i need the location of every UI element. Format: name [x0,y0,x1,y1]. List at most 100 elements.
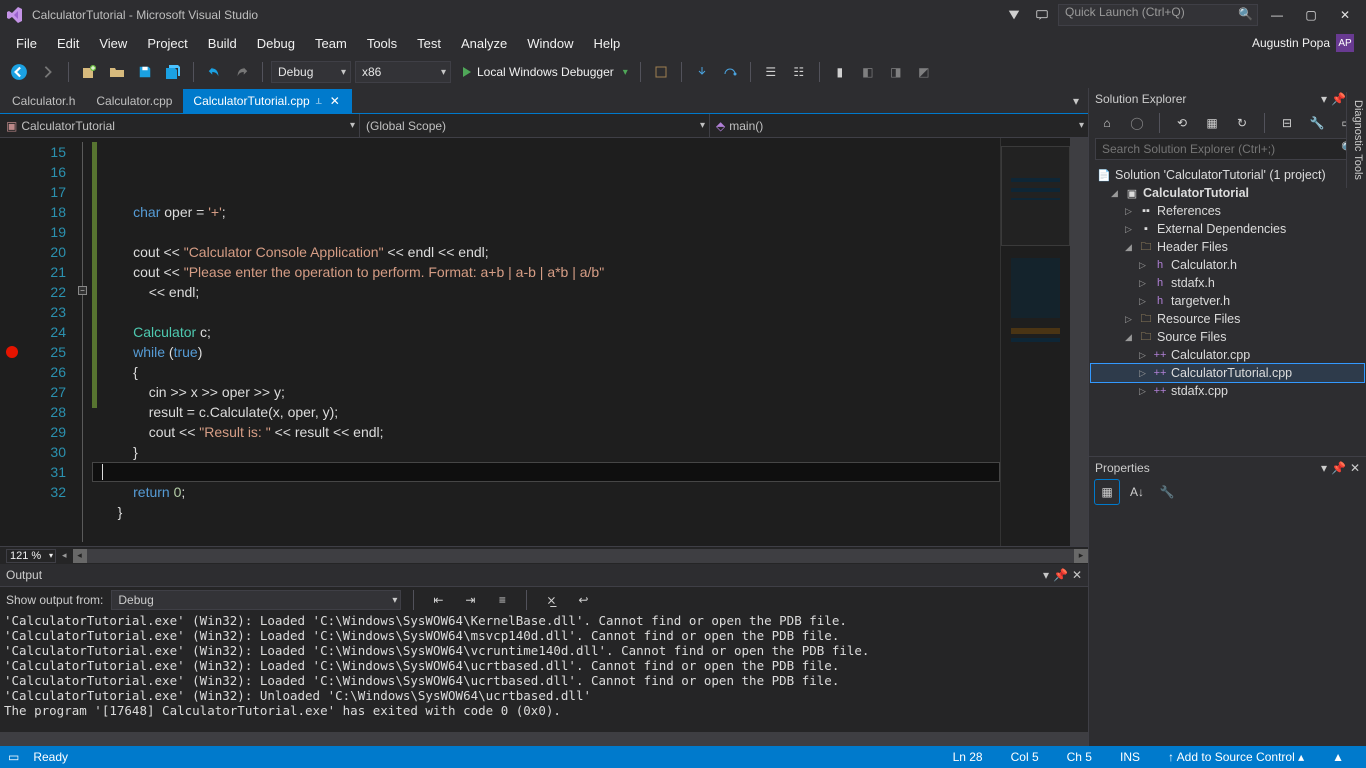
menu-build[interactable]: Build [198,33,247,54]
step-over-icon[interactable] [718,60,742,84]
code-editor[interactable]: 151617181920212223242526272829303132 − c… [0,138,1088,546]
open-file-icon[interactable] [105,60,129,84]
code-line-26[interactable]: cout << "Result is: " << result << endl; [92,422,1000,442]
solution-tree[interactable]: 📄Solution 'CalculatorTutorial' (1 projec… [1089,162,1366,456]
se-sync-icon[interactable]: ⟲ [1170,111,1194,135]
header-file-stdafx-h[interactable]: ▷hstdafx.h [1091,274,1364,292]
nav-fwd-icon[interactable] [36,60,60,84]
solution-platform-combo[interactable]: x86 [355,61,451,83]
minimize-button[interactable]: — [1262,3,1292,27]
fold-gutter[interactable]: − [76,138,92,546]
function-scope-combo[interactable]: ⬘ main() [710,114,1088,137]
comment-icon[interactable]: ☰ [759,60,783,84]
code-line-25[interactable]: result = c.Calculate(x, oper, y); [92,402,1000,422]
pin-icon[interactable]: ⟂ [316,96,322,107]
code-line-29[interactable]: return 0; [92,482,1000,502]
se-showall-icon[interactable]: ▦ [1200,111,1224,135]
code-minimap[interactable] [1000,138,1070,546]
menu-file[interactable]: File [6,33,47,54]
save-all-icon[interactable] [161,60,185,84]
menu-test[interactable]: Test [407,33,451,54]
redo-icon[interactable] [230,60,254,84]
se-home-icon[interactable]: ⌂ [1095,111,1119,135]
code-line-24[interactable]: cin >> x >> oper >> y; [92,382,1000,402]
toolbar-extra-2[interactable]: ◨ [884,60,908,84]
source-control-button[interactable]: ↑ Add to Source Control ▴ [1154,750,1318,764]
header-file-calculator-h[interactable]: ▷hCalculator.h [1091,256,1364,274]
toolbar-extra-3[interactable]: ◩ [912,60,936,84]
undo-icon[interactable] [202,60,226,84]
prop-categorized-icon[interactable]: ▦ [1095,480,1119,504]
code-line-22[interactable]: while (true) [92,342,1000,362]
prop-close-icon[interactable]: ✕ [1350,461,1360,475]
panel-dropdown-icon[interactable]: ▾ [1043,568,1049,582]
tab-calculator-h[interactable]: Calculator.h [2,89,85,113]
se-properties-icon[interactable]: 🔧 [1305,111,1329,135]
breakpoint-marker[interactable] [6,346,18,358]
feedback-icon[interactable] [1030,3,1054,27]
fold-toggle[interactable]: − [78,286,87,295]
header-file-targetver-h[interactable]: ▷htargetver.h [1091,292,1364,310]
code-line-27[interactable]: } [92,442,1000,462]
editor-horizontal-scrollbar[interactable]: ◂▸ [73,549,1088,563]
code-line-21[interactable]: Calculator c; [92,322,1000,342]
prop-alpha-icon[interactable]: A↓ [1125,480,1149,504]
menu-help[interactable]: Help [584,33,631,54]
menu-tools[interactable]: Tools [357,33,407,54]
maximize-button[interactable]: ▢ [1296,3,1326,27]
user-avatar[interactable]: AP [1336,34,1354,52]
diagnostic-tools-tab[interactable]: Diagnostic Tools [1346,92,1366,188]
code-line-20[interactable] [92,302,1000,322]
uncomment-icon[interactable]: ☷ [787,60,811,84]
output-horizontal-scrollbar[interactable] [0,732,1088,746]
resource-files-node[interactable]: ▷🗀Resource Files [1091,310,1364,328]
status-notifications-icon[interactable]: ▲ [1318,750,1358,764]
se-collapse-icon[interactable]: ⊟ [1275,111,1299,135]
menu-edit[interactable]: Edit [47,33,89,54]
class-scope-combo[interactable]: ▣ CalculatorTutorial [0,114,360,137]
output-tool-2[interactable]: ⇥ [458,588,482,612]
code-line-32[interactable] [92,542,1000,546]
properties-header[interactable]: Properties ▾📌✕ [1089,457,1366,479]
se-back-icon[interactable]: ◯ [1125,111,1149,135]
tab-calculatortutorial-cpp[interactable]: CalculatorTutorial.cpp⟂✕ [183,89,351,113]
nav-back-icon[interactable] [6,60,32,84]
code-line-18[interactable]: cout << "Please enter the operation to p… [92,262,1000,282]
solution-config-combo[interactable]: Debug [271,61,351,83]
header-files-node[interactable]: ◢🗀Header Files [1091,238,1364,256]
menu-debug[interactable]: Debug [247,33,305,54]
menu-window[interactable]: Window [517,33,583,54]
project-node[interactable]: ◢▣CalculatorTutorial [1091,184,1364,202]
solution-node[interactable]: 📄Solution 'CalculatorTutorial' (1 projec… [1091,166,1364,184]
code-line-16[interactable] [92,222,1000,242]
step-into-icon[interactable] [690,60,714,84]
output-source-combo[interactable]: Debug [111,590,401,610]
code-line-23[interactable]: { [92,362,1000,382]
panel-pin-icon[interactable]: 📌 [1053,568,1068,582]
toolbar-extra-1[interactable]: ◧ [856,60,880,84]
se-refresh-icon[interactable]: ↻ [1230,111,1254,135]
output-tool-3[interactable]: ≡ [490,588,514,612]
code-line-31[interactable] [92,522,1000,542]
menu-view[interactable]: View [89,33,137,54]
zoom-combo[interactable]: 121 % [6,549,56,563]
member-scope-combo[interactable]: (Global Scope) [360,114,710,137]
source-file-stdafx-cpp[interactable]: ▷++stdafx.cpp [1091,382,1364,400]
notifications-icon[interactable] [1002,3,1026,27]
source-files-node[interactable]: ◢🗀Source Files [1091,328,1364,346]
output-tool-1[interactable]: ⇤ [426,588,450,612]
output-text-area[interactable]: 'CalculatorTutorial.exe' (Win32): Loaded… [0,613,1088,732]
user-name[interactable]: Augustin Popa [1252,36,1330,50]
quick-launch-input[interactable]: Quick Launch (Ctrl+Q) 🔍 [1058,4,1258,26]
code-line-15[interactable]: char oper = '+'; [92,202,1000,222]
prop-wrench-icon[interactable]: 🔧 [1155,480,1179,504]
close-tab-icon[interactable]: ✕ [328,94,342,108]
solution-explorer-header[interactable]: Solution Explorer ▾📌✕ [1089,88,1366,110]
external-deps-node[interactable]: ▷▪External Dependencies [1091,220,1364,238]
new-project-icon[interactable] [77,60,101,84]
save-icon[interactable] [133,60,157,84]
se-pin-icon[interactable]: 📌 [1331,92,1346,106]
code-line-28[interactable] [92,462,1000,482]
tab-calculator-cpp[interactable]: Calculator.cpp [86,89,182,113]
menu-project[interactable]: Project [137,33,197,54]
